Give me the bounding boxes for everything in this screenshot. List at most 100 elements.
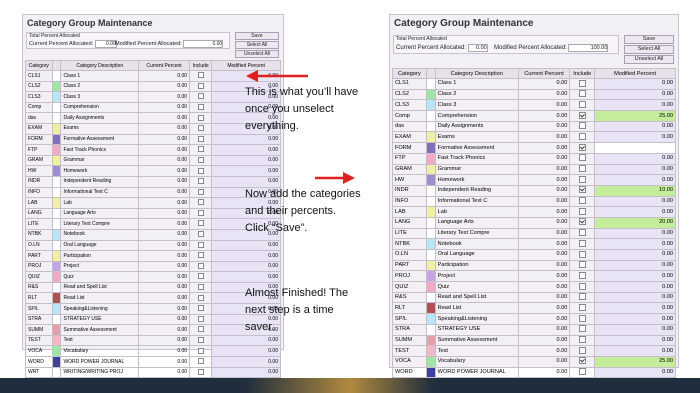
include-checkbox[interactable]: [578, 303, 586, 311]
table-row[interactable]: LITE Literary Text Compre 0.00 0.00: [392, 227, 676, 240]
include-checkbox[interactable]: [578, 186, 586, 194]
table-row[interactable]: INDR Independent Reading 0.00 10.00: [392, 184, 676, 197]
left-unselect-all-button[interactable]: Unselect All: [235, 50, 279, 58]
table-row[interactable]: Comp Comprehension 0.00 0.00: [25, 101, 281, 114]
table-row[interactable]: VOCA Vocabulary 0.00 0.00: [25, 345, 281, 358]
include-checkbox[interactable]: [197, 114, 204, 121]
modified-percent-input[interactable]: 0.00: [211, 239, 281, 252]
table-row[interactable]: EXAM Exams 0.00 0.00: [392, 131, 676, 144]
modified-percent-input[interactable]: 0.00: [594, 302, 676, 315]
table-row[interactable]: CLS2 Class 2 0.00 0.00: [392, 88, 676, 101]
include-checkbox[interactable]: [578, 250, 586, 258]
table-row[interactable]: LANG Language Arts 0.00 0.00: [25, 207, 281, 220]
table-row[interactable]: LITE Literary Text Compre 0.00 0.00: [25, 218, 281, 230]
table-row[interactable]: SUMM Summative Assessment 0.00 0.00: [392, 334, 676, 347]
table-row[interactable]: O.LN Oral Language 0.00 0.00: [392, 249, 676, 261]
include-checkbox[interactable]: [197, 125, 204, 132]
include-checkbox[interactable]: [197, 82, 204, 89]
include-checkbox[interactable]: [578, 111, 586, 119]
table-row[interactable]: WRT WRITING/WRITING PROJ 0.00 0.00: [25, 366, 281, 379]
table-row[interactable]: HW Homework 0.00 0.00: [25, 165, 281, 177]
include-checkbox[interactable]: [578, 368, 586, 376]
include-checkbox[interactable]: [197, 368, 204, 375]
modified-percent-input[interactable]: 0.00: [594, 174, 676, 186]
table-row[interactable]: CLS3 Class 3 0.00 0.00: [392, 99, 676, 112]
include-checkbox[interactable]: [197, 199, 204, 206]
table-row[interactable]: SP/L Speaking&Listening 0.00 0.00: [392, 313, 676, 325]
include-checkbox[interactable]: [578, 207, 586, 215]
include-checkbox[interactable]: [197, 103, 204, 110]
modified-percent-input[interactable]: 0.00: [594, 281, 676, 293]
include-checkbox[interactable]: [197, 167, 204, 174]
modified-percent-input[interactable]: 0.00: [211, 165, 281, 177]
table-row[interactable]: TEST Test 0.00 0.00: [392, 345, 676, 357]
table-row[interactable]: FTP Fast Track Phonics 0.00 0.00: [25, 144, 281, 156]
modified-percent-input[interactable]: 0.00: [594, 152, 676, 165]
include-checkbox[interactable]: [197, 347, 204, 354]
modified-percent-input[interactable]: 0.00: [211, 154, 281, 167]
modified-percent-input[interactable]: 0.00: [594, 366, 676, 379]
table-row[interactable]: LAB Lab 0.00 0.00: [25, 197, 281, 209]
table-row[interactable]: STRA STRATEGY USE 0.00 0.00: [392, 323, 676, 336]
table-row[interactable]: FORM Formative Assessment 0.00: [392, 142, 676, 154]
table-row[interactable]: WORD WORD POWER JOURNAL 0.00 0.00: [25, 356, 281, 368]
table-row[interactable]: CLS1Class 10.000.00: [25, 70, 281, 82]
include-checkbox[interactable]: [197, 262, 204, 269]
modified-percent-input[interactable]: 0.00: [211, 345, 281, 358]
table-row[interactable]: LAB Lab 0.00 0.00: [392, 206, 676, 218]
include-checkbox[interactable]: [578, 154, 586, 162]
modified-percent-input[interactable]: 0.00: [594, 313, 676, 325]
include-checkbox[interactable]: [197, 273, 204, 280]
include-checkbox[interactable]: [197, 135, 204, 142]
include-checkbox[interactable]: [197, 294, 204, 301]
table-row[interactable]: Comp Comprehension 0.00 25.00: [392, 110, 676, 122]
table-row[interactable]: FTP Fast Track Phonics 0.00 0.00: [392, 152, 676, 165]
include-checkbox[interactable]: [197, 72, 204, 79]
table-row[interactable]: EXAM Exams 0.00 0.00: [25, 122, 281, 135]
include-checkbox[interactable]: [578, 79, 586, 87]
table-row[interactable]: RLT Read List 0.00 0.00: [392, 302, 676, 315]
table-row[interactable]: RLT Read List 0.00 0.00: [25, 292, 281, 305]
include-checkbox[interactable]: [578, 122, 586, 130]
include-checkbox[interactable]: [578, 143, 586, 151]
include-checkbox[interactable]: [578, 90, 586, 98]
table-row[interactable]: NTBK Notebook 0.00 0.00: [25, 228, 281, 241]
table-row[interactable]: FORM Formative Assessment 0.00 0.00: [25, 133, 281, 146]
left-save-button[interactable]: Save: [235, 32, 279, 40]
include-checkbox[interactable]: [578, 165, 586, 172]
modified-percent-input[interactable]: 0.00: [594, 88, 676, 101]
table-row[interactable]: GRAM Grammar 0.00 0.00: [25, 154, 281, 167]
modified-percent-input[interactable]: 0.00: [211, 250, 281, 262]
table-row[interactable]: CLS1Class 10.000.00: [392, 78, 676, 90]
modified-percent-input[interactable]: 0.00: [211, 133, 281, 146]
include-checkbox[interactable]: [197, 315, 204, 322]
modified-percent-input[interactable]: 0.00: [594, 259, 676, 272]
modified-percent-input[interactable]: 0.00: [594, 227, 676, 240]
modified-percent-input[interactable]: 0.00: [211, 260, 281, 273]
table-row[interactable]: QUIZ Quiz 0.00 0.00: [25, 271, 281, 283]
modified-percent-input[interactable]: 0.00: [594, 238, 676, 250]
modified-percent-input[interactable]: 0.00: [594, 195, 676, 208]
table-row[interactable]: PART Participation 0.00 0.00: [392, 259, 676, 272]
modified-percent-input[interactable]: 0.00: [594, 270, 676, 283]
table-row[interactable]: VOCA Vocabulary 0.00 25.00: [392, 355, 676, 368]
modified-percent-input[interactable]: 20.00: [594, 216, 676, 229]
include-checkbox[interactable]: [197, 178, 204, 185]
table-row[interactable]: R&S Read and Spell List 0.00 0.00: [25, 281, 281, 294]
table-row[interactable]: TEST Test 0.00 0.00: [25, 334, 281, 347]
modified-percent-input[interactable]: 0.00: [594, 334, 676, 347]
table-row[interactable]: R&S Read and Spell List 0.00 0.00: [392, 291, 676, 304]
table-row[interactable]: LANG Language Arts 0.00 20.00: [392, 216, 676, 229]
modified-percent-input[interactable]: 0.00: [594, 291, 676, 304]
include-checkbox[interactable]: [197, 209, 204, 216]
include-checkbox[interactable]: [578, 100, 586, 108]
include-checkbox[interactable]: [578, 346, 586, 354]
modified-percent-input[interactable]: 0.00: [211, 356, 281, 368]
table-row[interactable]: das Daily Assignments 0.00 0.00: [392, 120, 676, 133]
table-row[interactable]: INFO Informational Text C 0.00 0.00: [25, 186, 281, 199]
modified-percent-input[interactable]: 0.00: [594, 78, 676, 90]
modified-percent-input[interactable]: 0.00: [594, 323, 676, 336]
right-select-all-button[interactable]: Select All: [624, 45, 674, 54]
left-select-all-button[interactable]: Select All: [235, 41, 279, 49]
include-checkbox[interactable]: [197, 305, 204, 312]
